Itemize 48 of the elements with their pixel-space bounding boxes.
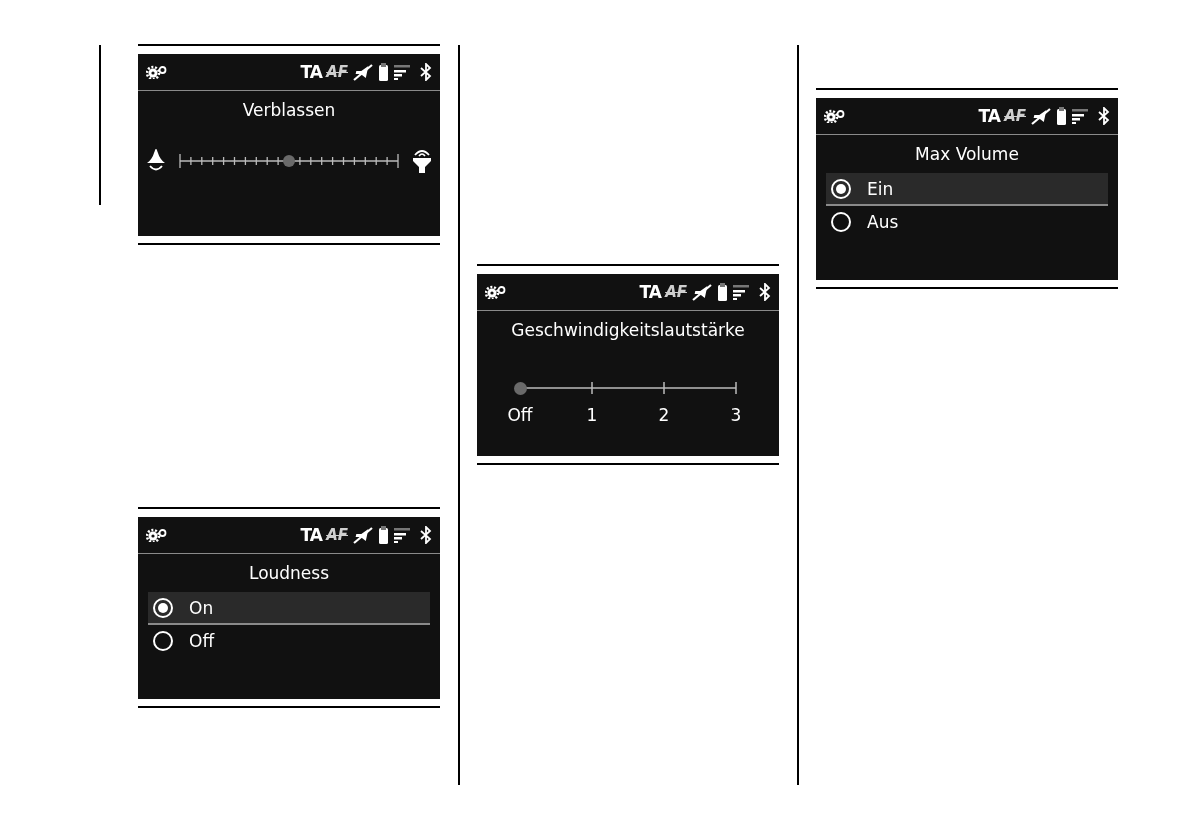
- bluetooth-icon: [1098, 107, 1110, 125]
- settings-icon: [485, 285, 507, 299]
- step-label: 2: [658, 404, 670, 426]
- option-label: On: [189, 596, 214, 619]
- screen-title: Loudness: [247, 562, 331, 584]
- radio-button[interactable]: [153, 630, 173, 651]
- slider-track[interactable]: [179, 152, 399, 170]
- radio-option[interactable]: Ein: [826, 173, 1108, 206]
- af-indicator: AF: [326, 64, 348, 80]
- screen-title: Max Volume: [914, 143, 1020, 165]
- battery-icon: [379, 526, 388, 544]
- af-indicator: AF: [1004, 108, 1026, 124]
- option-label: Ein: [867, 177, 894, 200]
- bluetooth-icon: [420, 63, 432, 81]
- option-label: Aus: [867, 210, 899, 233]
- step-label: 3: [730, 404, 742, 426]
- signal-icon: [394, 527, 410, 543]
- af-indicator: AF: [665, 284, 687, 300]
- settings-icon: [146, 528, 168, 542]
- battery-icon: [379, 63, 388, 81]
- ta-indicator: TA: [978, 107, 1001, 125]
- ta-indicator: TA: [639, 283, 662, 301]
- step-label: Off: [507, 404, 533, 426]
- radio-button[interactable]: [831, 178, 851, 199]
- radio-button[interactable]: [831, 211, 851, 232]
- radio-button[interactable]: [153, 597, 173, 618]
- ta-indicator: TA: [300, 63, 323, 81]
- radio-option[interactable]: On: [148, 592, 430, 625]
- radio-option[interactable]: Off: [148, 625, 430, 658]
- bluetooth-icon: [759, 283, 771, 301]
- screen-title: Verblassen: [241, 99, 337, 121]
- settings-icon: [824, 109, 846, 123]
- ta-indicator: TA: [300, 526, 323, 544]
- battery-icon: [1057, 107, 1066, 125]
- signal-icon: [1072, 108, 1088, 124]
- settings-icon: [146, 65, 168, 79]
- slider-thumb[interactable]: [283, 155, 295, 167]
- option-label: Off: [189, 629, 215, 652]
- radio-option[interactable]: Aus: [826, 206, 1108, 239]
- signal-icon: [394, 64, 410, 80]
- signal-icon: [733, 284, 749, 300]
- battery-icon: [718, 283, 727, 301]
- af-indicator: AF: [326, 527, 348, 543]
- rear-speaker-icon: [412, 148, 432, 174]
- slider-thumb[interactable]: [514, 382, 527, 395]
- step-label: 1: [586, 404, 598, 426]
- screen-title: Geschwindigkeitslautstärke: [510, 319, 746, 341]
- bluetooth-icon: [420, 526, 432, 544]
